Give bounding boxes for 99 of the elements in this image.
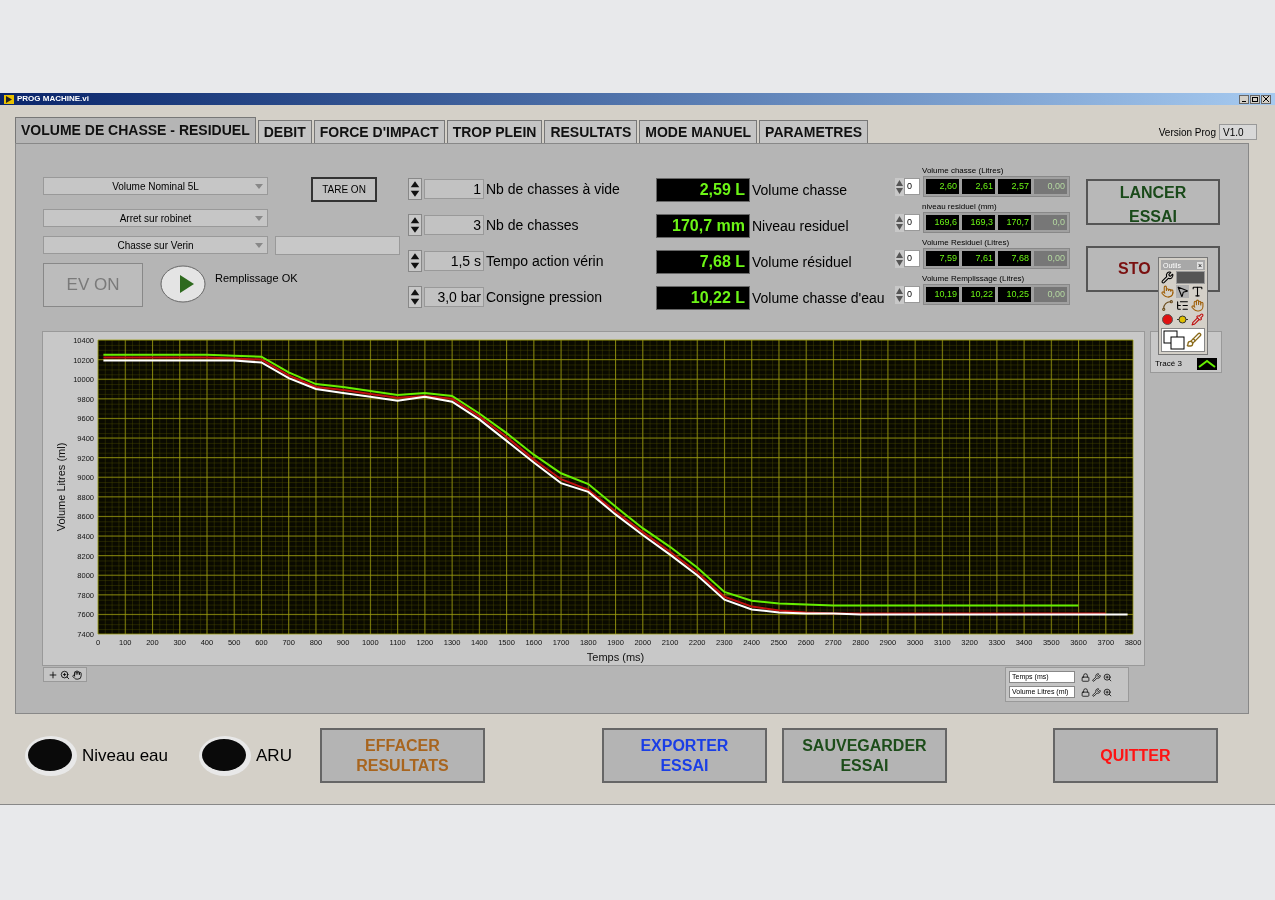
value-display: 170,7 mm xyxy=(656,214,750,238)
tab[interactable]: DEBIT xyxy=(257,120,312,143)
autoscale-icon[interactable] xyxy=(1103,687,1112,697)
index-field[interactable]: 0 xyxy=(904,178,920,195)
dropdown[interactable]: Volume Nominal 5L xyxy=(43,177,268,195)
window-title: PROG MACHINE.vi xyxy=(17,95,89,103)
array-cell: 0,0 xyxy=(1034,215,1067,230)
tab[interactable]: FORCE D'IMPACT xyxy=(313,120,445,143)
value-display: 2,59 L xyxy=(656,178,750,202)
scale-format-icon[interactable] xyxy=(1092,687,1101,697)
cursor-icon[interactable] xyxy=(1176,285,1189,298)
brush-icon[interactable] xyxy=(1186,332,1202,348)
array-cell: 170,7 xyxy=(998,215,1031,230)
wire-icon[interactable] xyxy=(1161,299,1174,312)
index-spinner[interactable] xyxy=(895,285,904,304)
array-cell: 2,60 xyxy=(926,179,959,194)
numeric-field[interactable]: 3,0 bar xyxy=(424,287,484,307)
array-caption: Volume chasse (Litres) xyxy=(922,165,1005,176)
array-cell: 2,57 xyxy=(998,179,1031,194)
hand-icon[interactable] xyxy=(72,669,82,680)
array-cell: 169,6 xyxy=(926,215,959,230)
crosshair-icon[interactable] xyxy=(48,669,58,680)
caret-icon xyxy=(255,183,263,189)
array-cell: 10,25 xyxy=(998,287,1031,302)
y-axis-title: Volume Litres (ml) xyxy=(55,442,67,532)
app-icon xyxy=(4,94,14,104)
legend-line-sample xyxy=(1197,358,1217,370)
caret-icon xyxy=(255,242,263,248)
array-caption: niveau residuel (mm) xyxy=(922,201,998,212)
array-caption: Volume Remplissage (Litres) xyxy=(922,273,1026,284)
index-field[interactable]: 0 xyxy=(904,250,920,267)
value-label: Niveau residuel xyxy=(752,216,849,236)
scale-format-icon[interactable] xyxy=(1092,672,1101,682)
menu-icon[interactable] xyxy=(1176,299,1189,312)
numeric-field[interactable]: 1,5 s xyxy=(424,251,484,271)
command-button[interactable]: EXPORTER ESSAI xyxy=(601,728,767,783)
tab[interactable]: RESULTATS xyxy=(544,120,638,143)
array-cell: 0,00 xyxy=(1034,251,1067,266)
array-cell: 0,00 xyxy=(1034,179,1067,194)
value-label: Volume chasse xyxy=(752,180,847,200)
fill-status-label: Remplissage OK xyxy=(215,271,298,286)
numeric-label: Tempo action vérin xyxy=(486,251,604,271)
tab[interactable]: PARAMETRES xyxy=(759,120,869,143)
eyedropper-icon[interactable] xyxy=(1191,313,1204,326)
led-label: ARU xyxy=(256,744,292,767)
dropdown[interactable]: Chasse sur Verin xyxy=(43,236,268,254)
tab[interactable]: MODE MANUEL xyxy=(639,120,758,143)
tab[interactable]: VOLUME DE CHASSE - RESIDUEL xyxy=(15,117,256,143)
array-caption: Volume Residuel (Litres) xyxy=(922,237,1011,248)
caret-icon xyxy=(255,215,263,221)
increment-spinner[interactable] xyxy=(408,214,422,236)
text-icon[interactable] xyxy=(1191,285,1204,298)
array-cell: 7,59 xyxy=(926,251,959,266)
numeric-label: Nb de chasses xyxy=(486,215,579,235)
array-cell: 10,19 xyxy=(926,287,959,302)
numeric-label: Nb de chasses à vide xyxy=(486,179,620,199)
breakpoint-icon[interactable] xyxy=(1161,313,1174,326)
array-cell: 7,61 xyxy=(962,251,995,266)
value-label: Volume chasse d'eau xyxy=(752,288,885,308)
numeric-label: Consigne pression xyxy=(486,287,602,307)
array-cell: 7,68 xyxy=(998,251,1031,266)
increment-spinner[interactable] xyxy=(408,250,422,272)
array-cell: 169,3 xyxy=(962,215,995,230)
index-spinner[interactable] xyxy=(895,213,904,232)
version-field: V1.0 xyxy=(1219,124,1257,140)
lock-icon[interactable] xyxy=(1081,672,1090,682)
value-display: 10,22 L xyxy=(656,286,750,310)
numeric-field[interactable]: 1 xyxy=(424,179,484,199)
maximize-button[interactable] xyxy=(1250,94,1260,104)
text-field[interactable] xyxy=(275,236,400,255)
action-button[interactable]: LANCER ESSAI xyxy=(1086,179,1220,225)
lock-icon[interactable] xyxy=(1081,687,1090,697)
array-cell: 2,61 xyxy=(962,179,995,194)
tab[interactable]: TROP PLEIN xyxy=(446,120,543,143)
close-button[interactable] xyxy=(1261,94,1271,104)
version-label: Version Prog xyxy=(1158,125,1216,140)
increment-spinner[interactable] xyxy=(408,286,422,308)
color-tool-icon[interactable] xyxy=(1162,329,1186,351)
numeric-field[interactable]: 3 xyxy=(424,215,484,235)
index-spinner[interactable] xyxy=(895,177,904,196)
x-axis-title: Temps (ms) xyxy=(586,651,645,663)
autoscale-icon[interactable] xyxy=(1103,672,1112,682)
probe-icon[interactable] xyxy=(1176,313,1189,326)
array-cell: 10,22 xyxy=(962,287,995,302)
auto-tool-icon[interactable] xyxy=(1161,271,1174,284)
index-field[interactable]: 0 xyxy=(904,214,920,231)
index-spinner[interactable] xyxy=(895,249,904,268)
legend-label: Tracé 3 xyxy=(1155,358,1182,370)
led-label: Niveau eau xyxy=(82,744,168,767)
index-field[interactable]: 0 xyxy=(904,286,920,303)
zoom-icon[interactable] xyxy=(60,669,70,680)
dropdown[interactable]: Arret sur robinet xyxy=(43,209,268,227)
tare-button[interactable]: TARE ON xyxy=(311,177,377,202)
increment-spinner[interactable] xyxy=(408,178,422,200)
value-display: 7,68 L xyxy=(656,250,750,274)
array-cell: 0,00 xyxy=(1034,287,1067,302)
command-button[interactable]: SAUVEGARDER ESSAI xyxy=(781,728,947,783)
value-label: Volume résiduel xyxy=(752,252,852,272)
minimize-button[interactable] xyxy=(1239,94,1249,104)
